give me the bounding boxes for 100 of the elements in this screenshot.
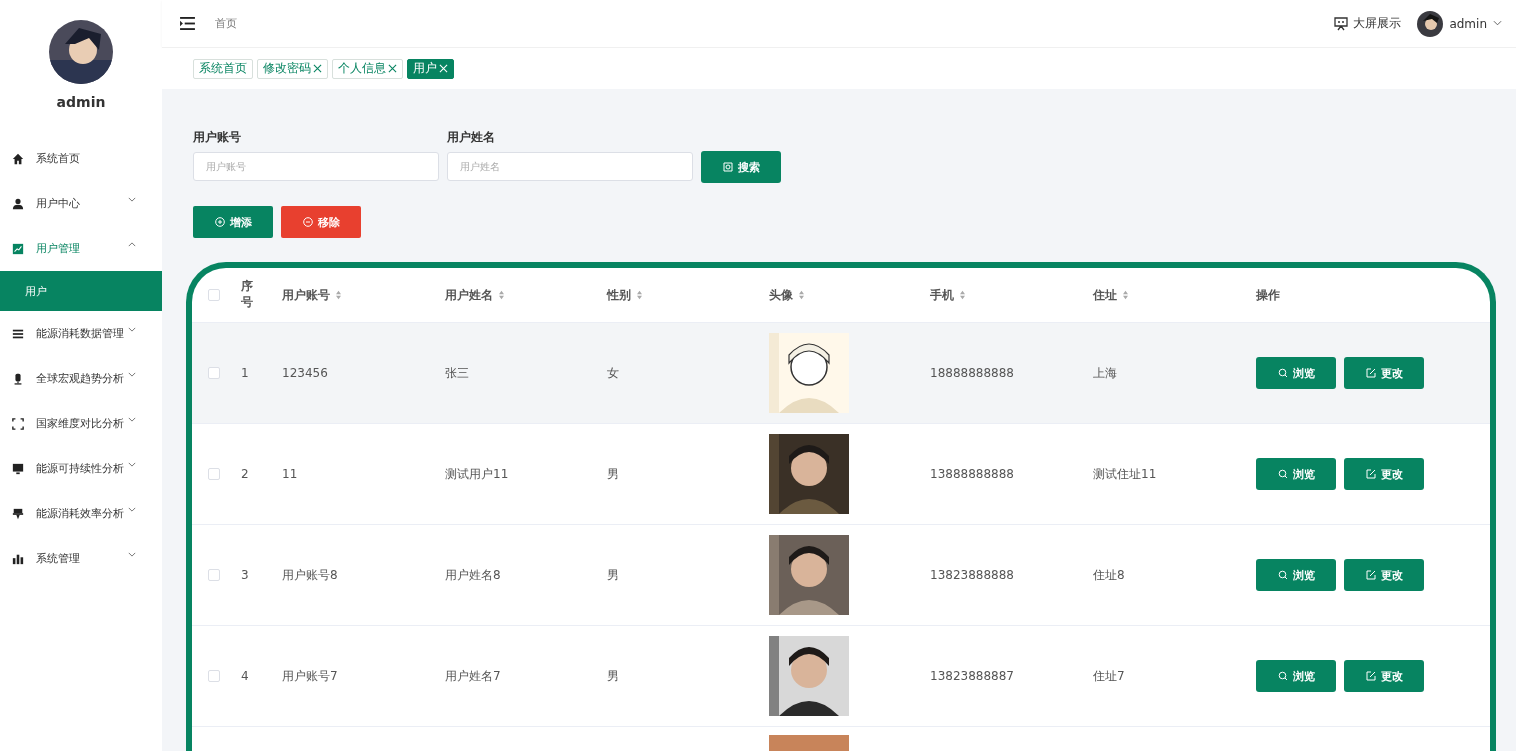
edit-icon xyxy=(1365,570,1376,580)
menu-item[interactable]: 国家维度对比分析 xyxy=(0,401,162,446)
user-name: admin xyxy=(56,94,106,110)
submenu-item[interactable]: 用户 xyxy=(0,271,162,311)
search-icon xyxy=(722,162,733,172)
sort-icon[interactable] xyxy=(798,290,805,300)
checkbox[interactable] xyxy=(208,569,220,581)
checkbox[interactable] xyxy=(208,367,220,379)
chevron-down-icon xyxy=(128,462,136,467)
table-cell: 测试住址11 xyxy=(1093,465,1157,483)
table-cell: 女 xyxy=(607,364,619,382)
view-button[interactable]: 浏览 xyxy=(1256,357,1336,389)
minus-circle-icon xyxy=(302,217,313,227)
close-icon[interactable] xyxy=(388,64,397,73)
table-cell: 11 xyxy=(282,467,298,481)
input-field[interactable]: 用户姓名 xyxy=(447,152,693,181)
column-header: 用户账号 xyxy=(282,286,330,304)
chevron-down-icon xyxy=(128,507,136,512)
menu-item[interactable]: 全球宏观趋势分析 xyxy=(0,356,162,401)
menu-item[interactable]: 用户中心 xyxy=(0,181,162,226)
user-menu[interactable]: admin xyxy=(1449,16,1487,31)
edit-button[interactable]: 更改 xyxy=(1344,660,1424,692)
search-icon xyxy=(1277,671,1288,681)
table-row[interactable]: 4 用户账号7 用户姓名7 男 13823888887 住址7 浏览 更改 xyxy=(192,626,1490,727)
menu-item[interactable]: 系统首页 xyxy=(0,136,162,181)
sort-icon[interactable] xyxy=(636,290,643,300)
bar-chart-icon xyxy=(12,552,24,565)
table-cell-text: 3 xyxy=(240,568,249,582)
microphone-icon xyxy=(12,372,24,385)
table-cell-text: 4 xyxy=(240,669,249,683)
column-header: 操作 xyxy=(1256,286,1280,304)
edit-icon xyxy=(1365,368,1376,378)
table-cell: 住址7 xyxy=(1093,667,1125,685)
edit-button[interactable]: 更改 xyxy=(1344,458,1424,490)
tab[interactable]: 用户 xyxy=(407,58,454,79)
column-header: 手机 xyxy=(930,286,954,304)
search-icon xyxy=(1277,570,1288,580)
table-cell: 13823888888 xyxy=(930,568,1014,582)
field-label: 用户姓名 xyxy=(447,129,496,146)
column-header: 头像 xyxy=(769,286,793,304)
search-icon xyxy=(1277,368,1288,378)
table-cell: 测试用户11 xyxy=(445,465,509,483)
table-row[interactable]: 3 用户账号8 用户姓名8 男 13823888888 住址8 浏览 更改 xyxy=(192,525,1490,626)
checkbox[interactable] xyxy=(208,670,220,682)
table-cell: 用户账号7 xyxy=(282,667,338,685)
menu-icon[interactable] xyxy=(180,17,195,30)
table-cell: 用户姓名8 xyxy=(445,566,501,584)
edit-icon xyxy=(1365,671,1376,681)
table-cell: 用户账号8 xyxy=(282,566,338,584)
view-button[interactable]: 浏览 xyxy=(1256,559,1336,591)
table-cell: 18888888888 xyxy=(930,366,1014,380)
tab[interactable]: 个人信息 xyxy=(332,58,403,79)
column-header: 住址 xyxy=(1093,286,1117,304)
table-row[interactable]: 2 11 测试用户11 男 13888888888 测试住址11 浏览 更改 xyxy=(192,424,1490,525)
chevron-down-icon xyxy=(128,372,136,377)
table-cell: 用户姓名7 xyxy=(445,667,501,685)
add-button[interactable]: 增添 xyxy=(193,206,273,238)
table-cell: 123456 xyxy=(282,366,328,380)
checkbox[interactable] xyxy=(208,468,220,480)
chevron-down-icon xyxy=(1493,19,1502,26)
menu-item[interactable]: 能源消耗数据管理 xyxy=(0,311,162,356)
table-cell: 13823888887 xyxy=(930,669,1014,683)
user-icon xyxy=(12,197,24,210)
menu-item[interactable]: 能源消耗效率分析 xyxy=(0,491,162,536)
sort-icon[interactable] xyxy=(335,290,342,300)
input-field[interactable]: 用户账号 xyxy=(193,152,439,181)
table-cell: 张三 xyxy=(445,364,469,382)
table-cell-text: 1 xyxy=(240,366,249,380)
menu-item[interactable]: 用户管理 xyxy=(0,226,162,271)
menu-item[interactable]: 系统管理 xyxy=(0,536,162,581)
close-icon[interactable] xyxy=(313,64,322,73)
table-row[interactable]: 1 123456 张三 女 18888888888 上海 浏览 更改 xyxy=(192,323,1490,424)
sort-icon[interactable] xyxy=(959,290,966,300)
sort-icon[interactable] xyxy=(1122,290,1129,300)
edit-button[interactable]: 更改 xyxy=(1344,357,1424,389)
big-screen-link[interactable]: 大屏展示 xyxy=(1353,15,1402,32)
breadcrumb[interactable]: 首页 xyxy=(215,16,237,31)
view-button[interactable]: 浏览 xyxy=(1256,458,1336,490)
monitor-icon xyxy=(12,462,24,475)
remove-button[interactable]: 移除 xyxy=(281,206,361,238)
tab[interactable]: 系统首页 xyxy=(193,58,253,79)
chevron-up-icon xyxy=(128,242,136,247)
chevron-down-icon xyxy=(128,552,136,557)
edit-icon xyxy=(1365,469,1376,479)
view-button[interactable]: 浏览 xyxy=(1256,660,1336,692)
table-cell: 13888888888 xyxy=(930,467,1014,481)
search-button[interactable]: 搜索 xyxy=(701,151,781,183)
table-cell: 男 xyxy=(607,465,619,483)
chevron-down-icon xyxy=(128,197,136,202)
column-header: 用户姓名 xyxy=(445,286,493,304)
field-label: 用户账号 xyxy=(193,129,242,146)
sort-icon[interactable] xyxy=(498,290,505,300)
edit-button[interactable]: 更改 xyxy=(1344,559,1424,591)
menu-item[interactable]: 能源可持续性分析 xyxy=(0,446,162,491)
chevron-down-icon xyxy=(128,327,136,332)
table-cell: 上海 xyxy=(1093,364,1117,382)
tab[interactable]: 修改密码 xyxy=(257,58,328,79)
checkbox[interactable] xyxy=(208,289,220,301)
stamp-icon xyxy=(12,507,24,520)
list-icon xyxy=(12,327,24,340)
